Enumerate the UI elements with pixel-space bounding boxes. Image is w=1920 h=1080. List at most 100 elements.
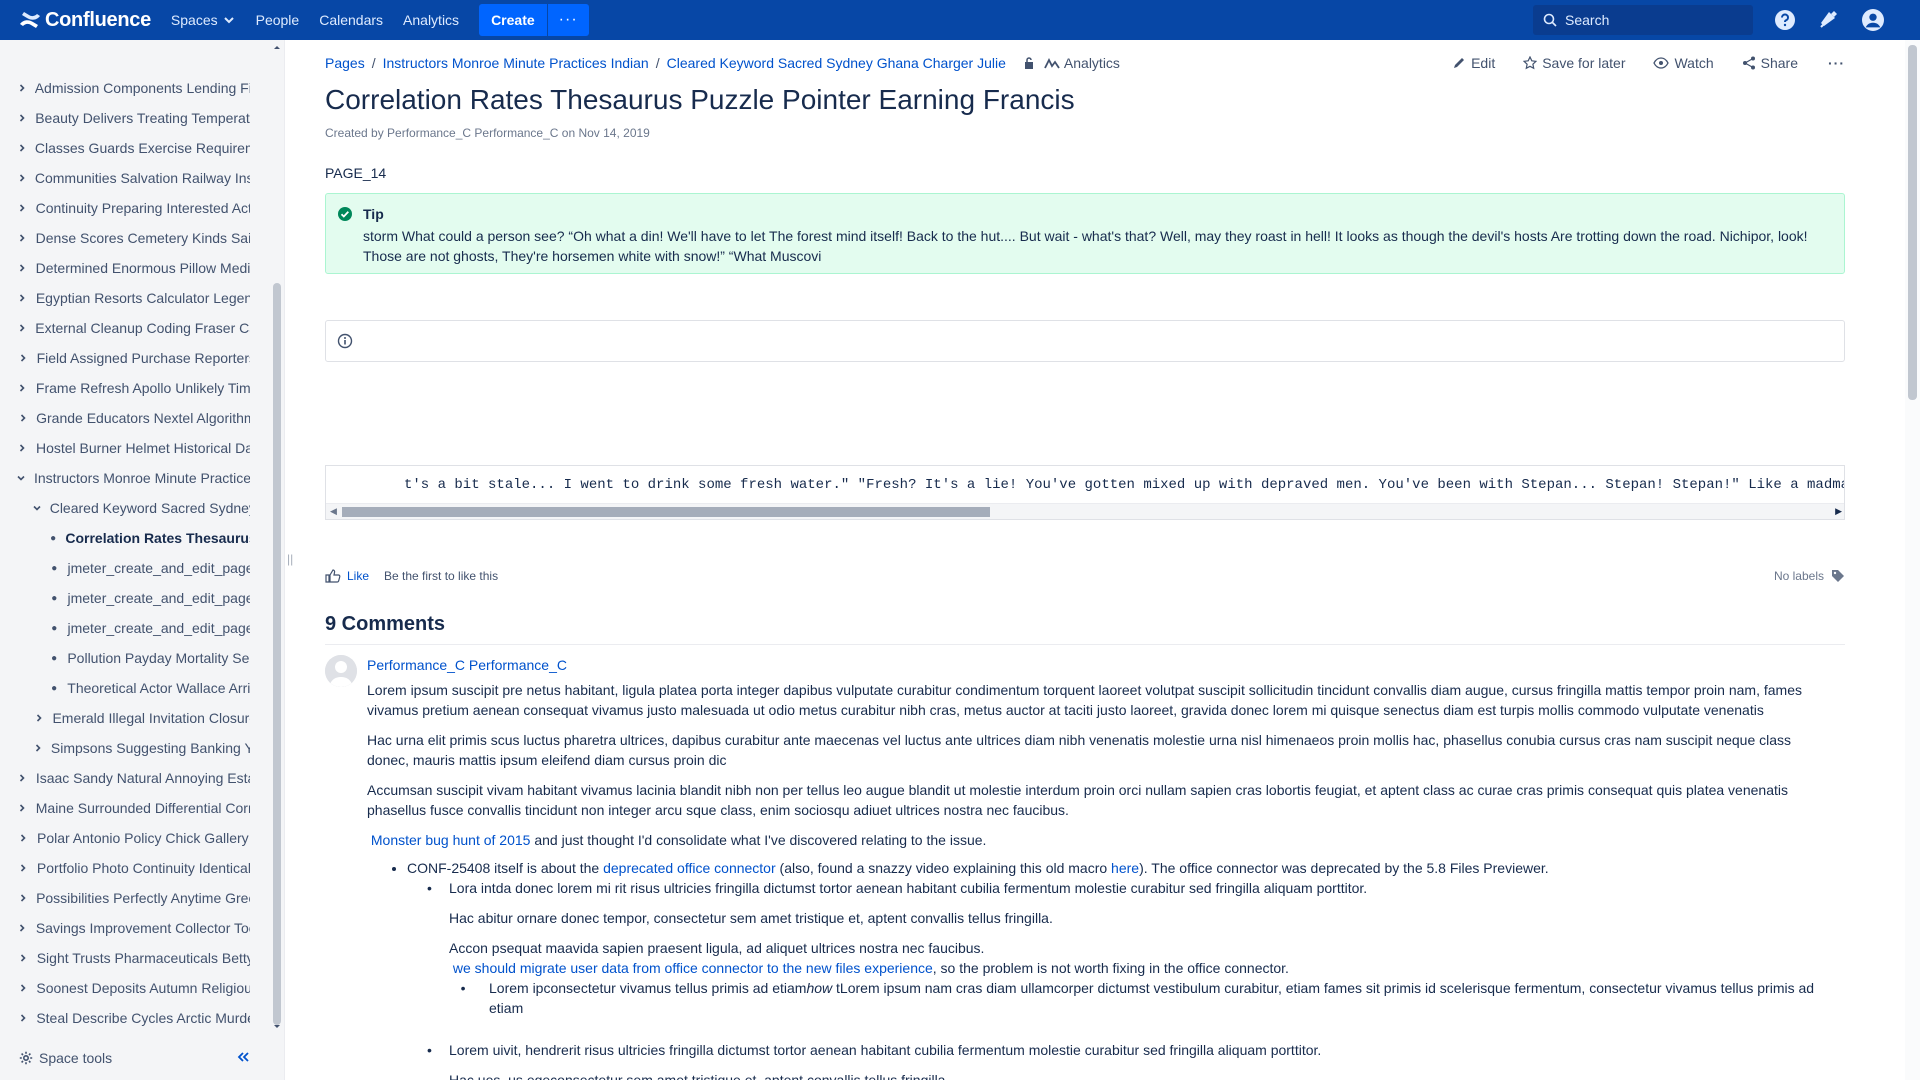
help-icon[interactable] xyxy=(1774,9,1796,31)
chevron-right-icon[interactable] xyxy=(15,203,30,213)
sidebar-tree-item[interactable]: ● jmeter_create_and_edit_page_3 xyxy=(47,613,250,643)
sidebar-tree-item[interactable]: Dense Scores Cemetery Kinds Saints xyxy=(15,223,250,253)
breadcrumb-pages[interactable]: Pages xyxy=(325,55,365,71)
watch-button[interactable]: Watch xyxy=(1653,55,1714,71)
code-scroll-thumb[interactable] xyxy=(342,507,990,517)
sidebar-tree-item[interactable]: Portfolio Photo Continuity Identical xyxy=(15,853,250,883)
sidebar-tree-item[interactable]: External Cleanup Coding Fraser Camp xyxy=(15,313,250,343)
confluence-logo[interactable]: Confluence xyxy=(19,9,151,32)
sidebar-tree-item[interactable]: Cleared Keyword Sacred Sydney Ghana xyxy=(31,493,250,523)
space-tools-button[interactable]: Space tools xyxy=(19,1050,112,1066)
search-input[interactable] xyxy=(1565,12,1745,28)
chevron-right-icon[interactable] xyxy=(15,83,29,93)
sidebar-tree-item[interactable]: Sight Trusts Pharmaceuticals Betty xyxy=(15,943,250,973)
restrictions-lock-icon[interactable] xyxy=(1022,56,1036,70)
page-scroll-thumb[interactable] xyxy=(1908,45,1917,400)
chevron-right-icon[interactable] xyxy=(15,983,30,993)
scroll-down-arrow-icon[interactable] xyxy=(271,1022,283,1032)
search-field[interactable] xyxy=(1533,5,1753,35)
chevron-right-icon[interactable] xyxy=(31,743,45,753)
sidebar-tree-item[interactable]: Isaac Sandy Natural Annoying Estate xyxy=(15,763,250,793)
chevron-right-icon[interactable] xyxy=(15,113,29,123)
sidebar-tree-item[interactable]: Emerald Illegal Invitation Closure xyxy=(31,703,250,733)
create-button[interactable]: Create xyxy=(479,4,547,36)
create-more-button[interactable]: ··· xyxy=(546,4,589,36)
chevron-right-icon[interactable] xyxy=(15,893,30,903)
migrate-user-data-link[interactable]: we should migrate user data from office … xyxy=(453,960,933,976)
chevron-right-icon[interactable] xyxy=(31,713,46,723)
nav-analytics[interactable]: Analytics xyxy=(403,12,459,28)
chevron-right-icon[interactable] xyxy=(15,233,30,243)
sidebar-tree-item[interactable]: ● Pollution Payday Mortality Seeks xyxy=(47,643,250,673)
sidebar-tree-item[interactable]: Savings Improvement Collector Tools xyxy=(15,913,250,943)
sidebar-tree-item[interactable]: Admission Components Lending Finland xyxy=(15,73,250,103)
sidebar-tree-item[interactable]: ● jmeter_create_and_edit_page_1 xyxy=(47,553,250,583)
chevron-right-icon[interactable] xyxy=(15,1013,30,1023)
page-scrollbar[interactable] xyxy=(1905,40,1920,1080)
chevron-right-icon[interactable] xyxy=(15,443,30,453)
labels-area[interactable]: No labels xyxy=(1774,569,1845,583)
sidebar-tree-item[interactable]: Continuity Preparing Interested Acting xyxy=(15,193,250,223)
sidebar-tree-item[interactable]: Instructors Monroe Minute Practices Indi… xyxy=(15,463,250,493)
chevron-right-icon[interactable] xyxy=(15,773,30,783)
nav-calendars[interactable]: Calendars xyxy=(319,12,383,28)
like-button[interactable]: Like xyxy=(325,569,369,583)
chevron-right-icon[interactable] xyxy=(15,323,29,333)
chevron-right-icon[interactable] xyxy=(15,173,29,183)
sidebar-tree-item[interactable]: ● jmeter_create_and_edit_page_2 xyxy=(47,583,250,613)
sidebar-tree-item[interactable]: Possibilities Perfectly Anytime Greek xyxy=(15,883,250,913)
sidebar-tree-item[interactable]: Simpsons Suggesting Banking Yards xyxy=(31,733,250,763)
sidebar-tree-item[interactable]: Maine Surrounded Differential Corner xyxy=(15,793,250,823)
sidebar-scroll-thumb[interactable] xyxy=(273,283,281,1025)
sidebar-tree-item[interactable]: Determined Enormous Pillow Medium xyxy=(15,253,250,283)
chevron-right-icon[interactable] xyxy=(15,413,30,423)
user-avatar[interactable] xyxy=(1862,9,1884,31)
chevron-right-icon[interactable] xyxy=(15,863,31,873)
sidebar-tree-item[interactable]: Communities Salvation Railway Insights xyxy=(15,163,250,193)
code-horizontal-scrollbar[interactable]: ◀ ▶ xyxy=(326,503,1844,519)
comment-avatar[interactable] xyxy=(325,655,357,687)
sidebar-tree-item[interactable]: Field Assigned Purchase Reporters xyxy=(15,343,250,373)
sidebar-tree-item[interactable]: Egyptian Resorts Calculator Legends xyxy=(15,283,250,313)
chevron-down-icon[interactable] xyxy=(15,473,28,483)
sidebar-tree-item[interactable]: Hostel Burner Helmet Historical Data xyxy=(15,433,250,463)
chevron-down-icon[interactable] xyxy=(31,503,44,513)
notifications-icon[interactable] xyxy=(1817,9,1839,31)
chevron-right-icon[interactable] xyxy=(15,143,29,153)
nav-spaces[interactable]: Spaces xyxy=(171,12,236,28)
edit-button[interactable]: Edit xyxy=(1452,55,1495,71)
sidebar-tree-item[interactable]: Polar Antonio Policy Chick Gallery xyxy=(15,823,250,853)
scroll-left-arrow-icon[interactable]: ◀ xyxy=(330,506,337,517)
breadcrumb-parent-1[interactable]: Instructors Monroe Minute Practices Indi… xyxy=(383,55,649,71)
chevron-right-icon[interactable] xyxy=(15,383,30,393)
chevron-right-icon[interactable] xyxy=(15,923,30,933)
analytics-link[interactable]: Analytics xyxy=(1044,55,1120,71)
sidebar-tree-item[interactable]: ● Correlation Rates Thesaurus Puzzle xyxy=(47,523,250,553)
more-actions-button[interactable]: ··· xyxy=(1828,55,1845,71)
sidebar-tree-item[interactable]: Classes Guards Exercise Requirements xyxy=(15,133,250,163)
scroll-up-arrow-icon[interactable] xyxy=(271,42,283,52)
share-button[interactable]: Share xyxy=(1742,55,1798,71)
here-link[interactable]: here xyxy=(1111,860,1139,876)
scroll-right-arrow-icon[interactable]: ▶ xyxy=(1835,506,1842,517)
sidebar-tree-item[interactable]: Steal Describe Cycles Arctic Murder xyxy=(15,1003,250,1030)
sidebar-tree-item[interactable]: Frame Refresh Apollo Unlikely Times xyxy=(15,373,250,403)
sidebar-tree-item[interactable]: Soonest Deposits Autumn Religious xyxy=(15,973,250,1003)
sidebar-scrollbar[interactable] xyxy=(271,40,283,1030)
chevron-right-icon[interactable] xyxy=(15,263,30,273)
breadcrumb-parent-2[interactable]: Cleared Keyword Sacred Sydney Ghana Char… xyxy=(667,55,1006,71)
sidebar-tree-item[interactable]: Beauty Delivers Treating Temperatures xyxy=(15,103,250,133)
sidebar-tree-item[interactable]: Grande Educators Nextel Algorithms xyxy=(15,403,250,433)
nav-people[interactable]: People xyxy=(256,12,300,28)
chevron-right-icon[interactable] xyxy=(15,353,31,363)
chevron-right-icon[interactable] xyxy=(15,833,31,843)
chevron-right-icon[interactable] xyxy=(15,953,31,963)
comment-author-link[interactable]: Performance_C Performance_C xyxy=(367,655,1815,675)
chevron-right-icon[interactable] xyxy=(15,293,30,303)
sidebar-tree-item[interactable]: ● Theoretical Actor Wallace Arrives xyxy=(47,673,250,703)
collapse-sidebar-icon[interactable] xyxy=(236,1050,250,1069)
chevron-right-icon[interactable] xyxy=(15,803,30,813)
save-for-later-button[interactable]: Save for later xyxy=(1523,55,1625,71)
deprecated-office-connector-link[interactable]: deprecated office connector xyxy=(603,860,776,876)
sidebar-resize-handle[interactable]: || xyxy=(287,552,293,566)
